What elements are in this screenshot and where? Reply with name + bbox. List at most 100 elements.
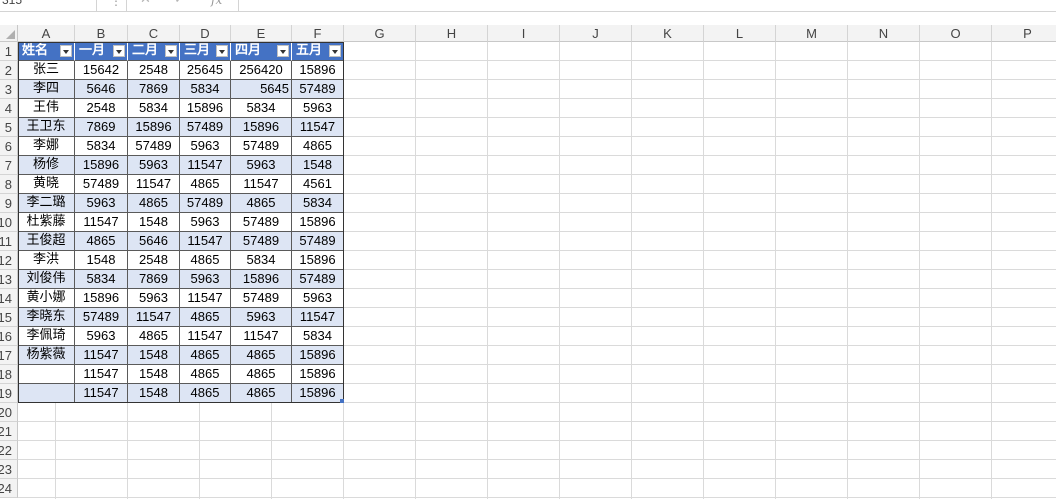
value-cell[interactable]: 11547 xyxy=(292,118,344,137)
filter-dropdown-icon[interactable] xyxy=(216,45,228,57)
value-cell[interactable]: 57489 xyxy=(231,213,292,232)
column-header-j[interactable]: J xyxy=(560,25,632,42)
column-header-c[interactable]: C xyxy=(128,25,180,42)
row-header-20[interactable]: 20 xyxy=(0,403,18,422)
value-cell[interactable]: 15896 xyxy=(231,118,292,137)
value-cell[interactable]: 7869 xyxy=(128,270,180,289)
filter-dropdown-icon[interactable] xyxy=(113,45,125,57)
value-cell[interactable]: 5963 xyxy=(231,156,292,175)
column-header-p[interactable]: P xyxy=(992,25,1056,42)
row-header-19[interactable]: 19 xyxy=(0,384,18,403)
value-cell[interactable]: 5963 xyxy=(292,99,344,118)
value-cell[interactable]: 57489 xyxy=(128,137,180,156)
value-cell[interactable]: 57489 xyxy=(180,118,231,137)
value-cell[interactable]: 5834 xyxy=(128,99,180,118)
table-header-cell[interactable]: 三月 xyxy=(180,42,231,61)
value-cell[interactable]: 11547 xyxy=(231,175,292,194)
select-all-button[interactable] xyxy=(0,25,18,42)
value-cell[interactable]: 2548 xyxy=(128,61,180,80)
value-cell[interactable]: 4865 xyxy=(180,384,231,403)
column-header-h[interactable]: H xyxy=(416,25,488,42)
value-cell[interactable]: 11547 xyxy=(180,289,231,308)
column-header-b[interactable]: B xyxy=(75,25,128,42)
name-cell[interactable]: 李洪 xyxy=(18,251,75,270)
column-header-g[interactable]: G xyxy=(344,25,416,42)
value-cell[interactable]: 15896 xyxy=(292,251,344,270)
table-header-cell[interactable]: 二月 xyxy=(128,42,180,61)
column-header-f[interactable]: F xyxy=(292,25,344,42)
value-cell[interactable]: 5963 xyxy=(75,327,128,346)
column-header-l[interactable]: L xyxy=(704,25,776,42)
name-cell[interactable]: 李四 xyxy=(18,80,75,99)
name-cell[interactable]: 李二璐 xyxy=(18,194,75,213)
value-cell[interactable]: 5834 xyxy=(231,99,292,118)
value-cell[interactable]: 11547 xyxy=(75,384,128,403)
row-header-7[interactable]: 7 xyxy=(0,156,18,175)
value-cell[interactable]: 5963 xyxy=(128,289,180,308)
name-cell[interactable]: 李佩琦 xyxy=(18,327,75,346)
name-cell[interactable]: 王俊超 xyxy=(18,232,75,251)
value-cell[interactable]: 5834 xyxy=(292,194,344,213)
value-cell[interactable]: 57489 xyxy=(292,270,344,289)
value-cell[interactable]: 5834 xyxy=(75,270,128,289)
name-cell[interactable]: 王伟 xyxy=(18,99,75,118)
filter-dropdown-icon[interactable] xyxy=(329,45,341,57)
value-cell[interactable]: 11547 xyxy=(180,232,231,251)
value-cell[interactable]: 5834 xyxy=(75,137,128,156)
row-header-5[interactable]: 5 xyxy=(0,118,18,137)
value-cell[interactable]: 4865 xyxy=(231,346,292,365)
value-cell[interactable]: 1548 xyxy=(128,384,180,403)
value-cell[interactable]: 5963 xyxy=(180,137,231,156)
value-cell[interactable]: 25645 xyxy=(180,61,231,80)
value-cell[interactable]: 11547 xyxy=(75,213,128,232)
value-cell[interactable]: 4865 xyxy=(180,175,231,194)
confirm-icon[interactable]: ✓ xyxy=(174,0,185,7)
value-cell[interactable]: 57489 xyxy=(75,308,128,327)
value-cell[interactable]: 4865 xyxy=(180,251,231,270)
row-header-3[interactable]: 3 xyxy=(0,80,18,99)
value-cell[interactable]: 15642 xyxy=(75,61,128,80)
value-cell[interactable]: 5645 xyxy=(231,80,292,99)
name-cell[interactable]: 王卫东 xyxy=(18,118,75,137)
row-header-1[interactable]: 1 xyxy=(0,42,18,61)
row-header-21[interactable]: 21 xyxy=(0,422,18,441)
name-cell[interactable] xyxy=(18,365,75,384)
row-header-22[interactable]: 22 xyxy=(0,441,18,460)
value-cell[interactable]: 11547 xyxy=(128,175,180,194)
row-header-17[interactable]: 17 xyxy=(0,346,18,365)
name-cell[interactable]: 李娜 xyxy=(18,137,75,156)
table-resize-handle[interactable] xyxy=(340,399,344,403)
row-header-12[interactable]: 12 xyxy=(0,251,18,270)
value-cell[interactable]: 5963 xyxy=(180,270,231,289)
value-cell[interactable]: 1548 xyxy=(75,251,128,270)
value-cell[interactable]: 1548 xyxy=(128,346,180,365)
value-cell[interactable]: 4865 xyxy=(128,327,180,346)
table-header-cell[interactable]: 一月 xyxy=(75,42,128,61)
value-cell[interactable]: 4865 xyxy=(75,232,128,251)
row-header-6[interactable]: 6 xyxy=(0,137,18,156)
value-cell[interactable]: 5834 xyxy=(292,327,344,346)
value-cell[interactable]: 11547 xyxy=(292,308,344,327)
row-header-24[interactable]: 24 xyxy=(0,479,18,498)
row-header-18[interactable]: 18 xyxy=(0,365,18,384)
value-cell[interactable]: 15896 xyxy=(75,289,128,308)
value-cell[interactable]: 57489 xyxy=(231,137,292,156)
name-cell[interactable]: 刘俊伟 xyxy=(18,270,75,289)
value-cell[interactable]: 57489 xyxy=(292,80,344,99)
row-header-2[interactable]: 2 xyxy=(0,61,18,80)
value-cell[interactable]: 4865 xyxy=(231,384,292,403)
column-header-i[interactable]: I xyxy=(488,25,560,42)
value-cell[interactable]: 5963 xyxy=(180,213,231,232)
value-cell[interactable]: 1548 xyxy=(292,156,344,175)
value-cell[interactable]: 7869 xyxy=(75,118,128,137)
formula-input[interactable] xyxy=(238,0,1056,12)
value-cell[interactable]: 11547 xyxy=(231,327,292,346)
value-cell[interactable]: 11547 xyxy=(75,346,128,365)
value-cell[interactable]: 5834 xyxy=(180,80,231,99)
row-header-9[interactable]: 9 xyxy=(0,194,18,213)
value-cell[interactable]: 4865 xyxy=(128,194,180,213)
filter-dropdown-icon[interactable] xyxy=(165,45,177,57)
value-cell[interactable]: 15896 xyxy=(292,384,344,403)
name-cell[interactable]: 杜紫藤 xyxy=(18,213,75,232)
value-cell[interactable]: 15896 xyxy=(292,61,344,80)
